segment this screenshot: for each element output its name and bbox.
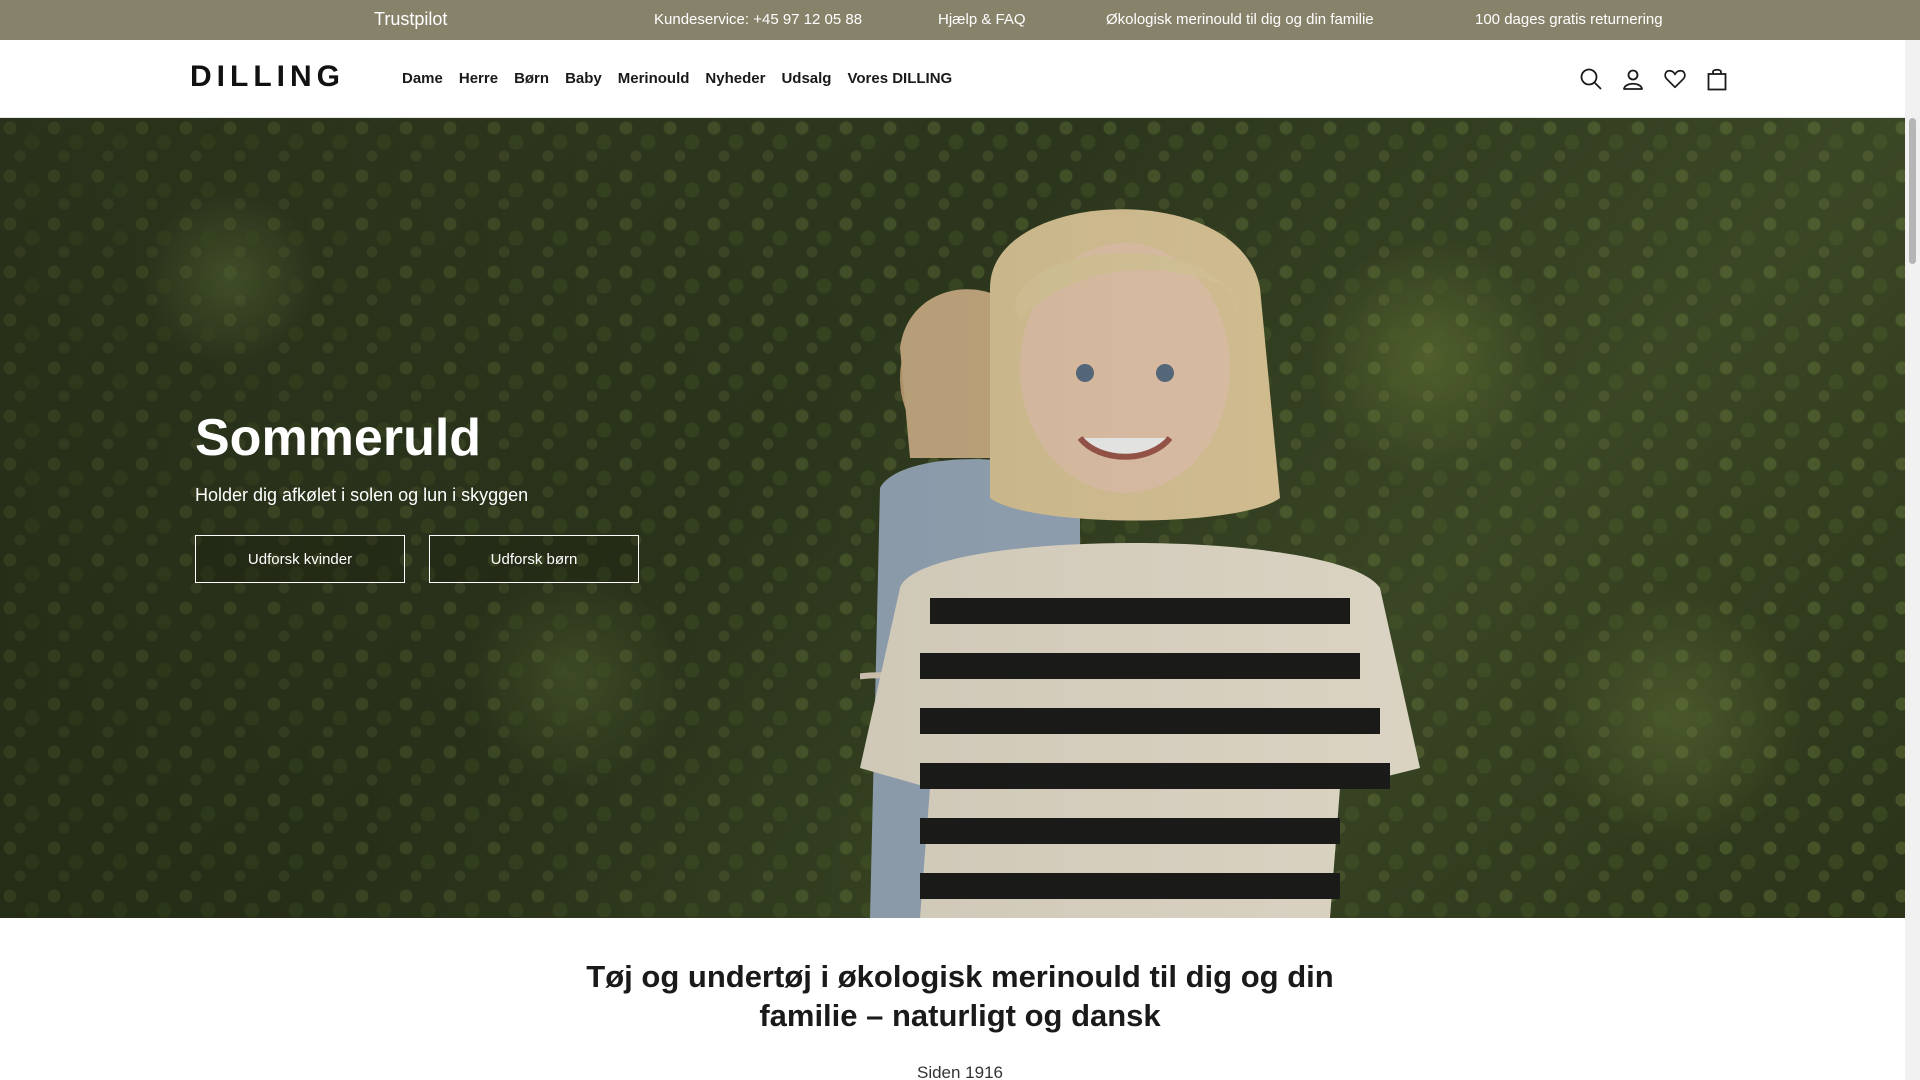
cart-icon[interactable] xyxy=(1706,66,1728,92)
main-nav: Dame Herre Børn Baby Merinould Nyheder U… xyxy=(402,70,968,87)
nav-item-merinould[interactable]: Merinould xyxy=(618,70,690,87)
site-header: DILLING Dame Herre Børn Baby Merinould N… xyxy=(0,40,1920,118)
explore-women-button[interactable]: Udforsk kvinder xyxy=(195,535,405,583)
nav-item-baby[interactable]: Baby xyxy=(565,70,602,87)
nav-item-nyheder[interactable]: Nyheder xyxy=(705,70,765,87)
eco-message: Økologisk merinould til dig og din famil… xyxy=(1106,11,1374,28)
customer-service-link[interactable]: Kundeservice: +45 97 12 05 88 xyxy=(654,11,862,28)
nav-item-born[interactable]: Børn xyxy=(514,70,549,87)
account-icon[interactable] xyxy=(1622,66,1644,92)
intro-heading: Tøj og undertøj i økologisk merinould ti… xyxy=(586,959,1334,1033)
hero-banner[interactable]: Sommeruld Holder dig afkølet i solen og … xyxy=(0,118,1905,918)
logo[interactable]: DILLING xyxy=(190,60,345,94)
hero-subtitle: Holder dig afkølet i solen og lun i skyg… xyxy=(195,485,529,505)
since-text: Siden 1916 xyxy=(916,1063,1004,1080)
trustpilot-widget[interactable]: Trustpilot xyxy=(374,9,447,30)
top-info-bar: Trustpilot Kundeservice: +45 97 12 05 88… xyxy=(0,0,1920,40)
returns-message: 100 dages gratis returnering xyxy=(1475,11,1663,28)
hero-title: Sommeruld xyxy=(195,409,482,467)
explore-kids-button[interactable]: Udforsk børn xyxy=(429,535,639,583)
wishlist-icon[interactable] xyxy=(1664,66,1686,92)
nav-item-herre[interactable]: Herre xyxy=(459,70,498,87)
header-icons xyxy=(1580,66,1728,92)
page-scrollbar[interactable] xyxy=(1905,40,1920,1080)
nav-item-dame[interactable]: Dame xyxy=(402,70,443,87)
nav-item-vores-dilling[interactable]: Vores DILLING xyxy=(847,70,952,87)
hero-overlay xyxy=(0,118,1905,918)
help-faq-link[interactable]: Hjælp & FAQ xyxy=(938,11,1026,28)
search-icon[interactable] xyxy=(1580,66,1602,92)
scrollbar-thumb[interactable] xyxy=(1909,118,1916,264)
nav-item-udsalg[interactable]: Udsalg xyxy=(781,70,831,87)
